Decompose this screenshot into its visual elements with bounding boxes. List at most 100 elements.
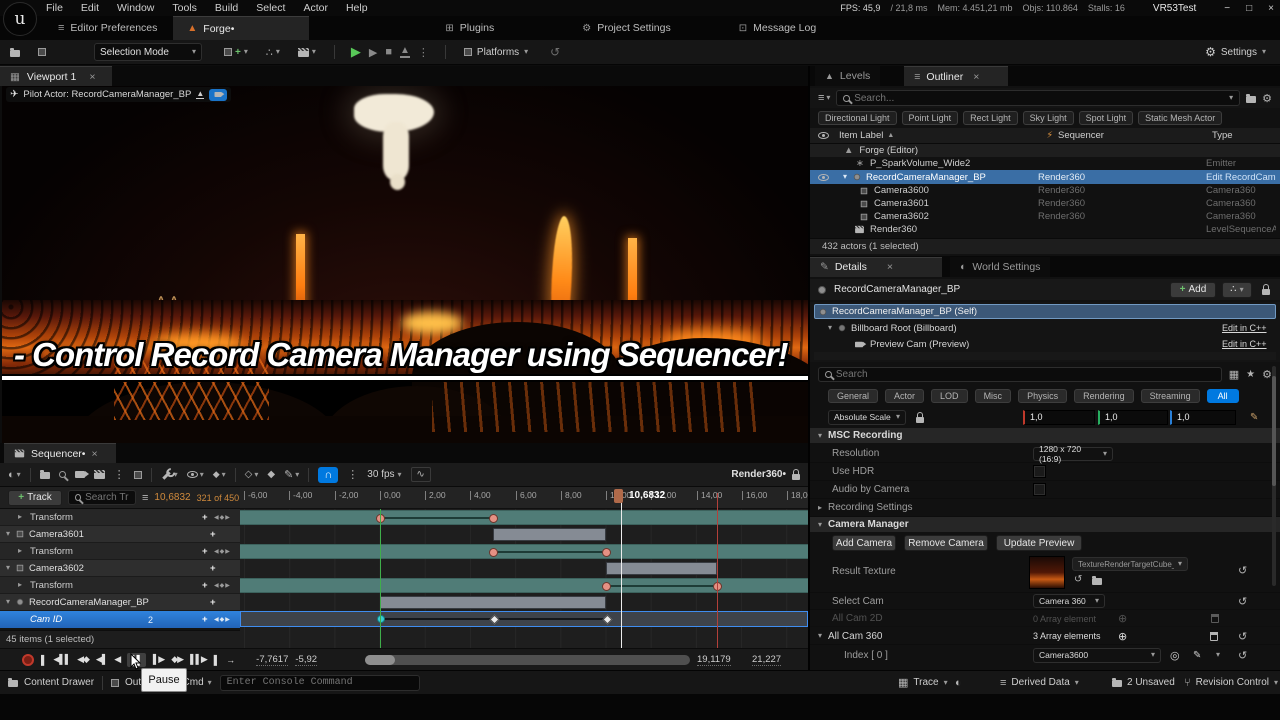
section-bar[interactable] (380, 596, 606, 609)
outliner-row-forge[interactable]: ▲ Forge (Editor) (810, 144, 1280, 157)
col-item-label[interactable]: Item Label (839, 130, 883, 141)
unreal-logo[interactable]: u (3, 2, 37, 36)
keyframe[interactable] (489, 514, 498, 523)
reset-icon[interactable]: ↺ (1238, 649, 1247, 662)
scale-x-field[interactable]: 1,0 (1023, 410, 1095, 425)
keyframe[interactable] (602, 548, 611, 557)
skip-button[interactable]: ▶ (369, 46, 377, 59)
menu-actor[interactable]: Actor (303, 2, 328, 14)
menu-build[interactable]: Build (215, 2, 238, 14)
col-sequencer[interactable]: Sequencer (1058, 130, 1104, 141)
track-row-transform-1[interactable]: ▸ Transform + ◀◆▶ (0, 509, 240, 526)
menu-edit[interactable]: Edit (81, 2, 99, 14)
component-preview-cam[interactable]: Preview Cam (Preview) Edit in C++ (814, 336, 1276, 352)
scale-z-field[interactable]: 1,0 (1170, 410, 1236, 425)
playback-options-button[interactable]: ◆▾ (213, 469, 226, 480)
menu-file[interactable]: File (46, 2, 63, 14)
add-track-button[interactable]: + (210, 597, 216, 608)
prev-key-button[interactable]: ◀◆ (77, 654, 89, 665)
row-recording-settings[interactable]: ▸ Recording Settings (810, 499, 1280, 517)
track-search-input[interactable] (85, 492, 129, 503)
save-sequence-icon[interactable] (40, 472, 50, 479)
sequence-name[interactable]: Render360• (731, 469, 786, 480)
menu-tools[interactable]: Tools (172, 2, 197, 14)
add-camera-button[interactable]: Add Camera (832, 535, 896, 551)
tab-sequencer[interactable]: Sequencer• × (4, 443, 116, 463)
trash-icon[interactable] (1210, 632, 1218, 641)
pick-actor-icon[interactable]: ◎ (1170, 649, 1180, 662)
stop-button[interactable]: ■ (385, 46, 392, 58)
viewport-scene[interactable]: ✈ Pilot Actor: RecordCameraManager_BP ▲ … (2, 86, 808, 443)
track-row-camera3602[interactable]: ▾ Camera3602 + (0, 560, 240, 577)
eject-button[interactable]: ▲ (400, 46, 410, 58)
chip-rect-light[interactable]: Rect Light (963, 111, 1018, 125)
playhead-marker[interactable] (614, 489, 623, 503)
track-filter-icon[interactable]: ≡ (142, 492, 148, 504)
twisty-icon[interactable]: ▾ (843, 173, 847, 181)
range-start-value[interactable]: -7,7617 (256, 654, 288, 666)
range-end-value[interactable]: 21,227 (752, 654, 781, 666)
tab-outliner[interactable]: ≡ Outliner × (904, 66, 1008, 86)
details-search[interactable] (818, 367, 1222, 382)
blueprints-button[interactable]: ∴ ▾ (266, 46, 280, 59)
timeline-transform-2[interactable] (240, 544, 808, 559)
component-billboard-root[interactable]: ▾ Billboard Root (Billboard) Edit in C++ (814, 320, 1276, 336)
platforms-dropdown[interactable]: Platforms ▾ (464, 47, 528, 58)
pilot-camera-toggle[interactable] (209, 89, 227, 101)
add-track-button[interactable]: + Track (8, 490, 62, 506)
track-row-camera3601[interactable]: ▾ Camera3601 + (0, 526, 240, 543)
tab-streaming[interactable]: Streaming (1141, 389, 1200, 403)
render-movie-icon[interactable] (94, 470, 105, 479)
edit-options-button[interactable]: ✎▾ (284, 468, 299, 481)
section-bar[interactable] (606, 562, 717, 575)
keyframe[interactable] (602, 582, 611, 591)
close-icon[interactable]: × (887, 261, 893, 273)
twisty-icon[interactable]: ▾ (6, 530, 10, 538)
tab-lod[interactable]: LOD (931, 389, 968, 403)
timeline-transform-1[interactable] (240, 510, 808, 525)
track-row-recordcameramanager[interactable]: ▾ RecordCameraManager_BP + (0, 594, 240, 611)
play-reverse-button[interactable]: ◀ (114, 654, 120, 665)
keyframe[interactable] (490, 615, 500, 625)
record-button[interactable] (22, 654, 34, 666)
console-command-input[interactable] (227, 677, 413, 688)
audio-by-camera-checkbox[interactable] (1033, 483, 1046, 496)
lock-icon[interactable] (1262, 289, 1270, 295)
outliner-row-render360[interactable]: Render360 LevelSequenceA (810, 223, 1280, 236)
tab-world-settings[interactable]: ◐ World Settings (950, 257, 1050, 277)
track-row-cam-id[interactable]: Cam ID 2 + ◀◆▶ (0, 611, 240, 628)
col-type[interactable]: Type (1212, 130, 1233, 141)
cinematics-button[interactable]: ▾ (298, 48, 316, 57)
tab-message-log[interactable]: ⊡ Message Log (727, 16, 828, 40)
keyframe[interactable] (489, 548, 498, 557)
eye-icon[interactable] (818, 132, 829, 139)
edit-blueprint-button[interactable]: ∴ ▾ (1222, 282, 1252, 298)
chip-spot-light[interactable]: Spot Light (1079, 111, 1134, 125)
result-texture-thumbnail[interactable] (1029, 556, 1065, 589)
close-icon[interactable]: × (1268, 3, 1274, 14)
timeline-camera3601[interactable] (240, 526, 808, 543)
twisty-icon[interactable]: ▾ (6, 598, 10, 606)
tab-editor-preferences[interactable]: ≡ Editor Preferences (46, 16, 169, 40)
chip-sky-light[interactable]: Sky Light (1023, 111, 1074, 125)
content-drawer-button[interactable]: Content Drawer (8, 677, 94, 688)
close-icon[interactable]: × (89, 71, 95, 83)
twisty-icon[interactable]: ▸ (18, 547, 22, 555)
reset-icon[interactable]: ↺ (1238, 595, 1247, 608)
brush-icon[interactable]: ✎ (1250, 412, 1258, 423)
outliner-search-input[interactable] (854, 93, 1225, 104)
snap-magnet-button[interactable]: ∩ (318, 467, 338, 483)
insights-icon[interactable]: ◐ (955, 677, 962, 689)
add-key-button[interactable]: + (202, 614, 208, 625)
timeline-transform-3[interactable] (240, 578, 808, 593)
current-time-value[interactable]: 10,6832 (154, 492, 190, 503)
menu-select[interactable]: Select (256, 2, 285, 14)
add-element-icon[interactable]: ⊕ (1118, 612, 1127, 625)
key-options-button[interactable]: ◇▾ (245, 469, 259, 480)
details-scrollbar[interactable] (1272, 366, 1276, 586)
tab-all[interactable]: All (1207, 389, 1239, 403)
auto-key-icon[interactable]: ◆ (267, 469, 275, 480)
scale-y-field[interactable]: 1,0 (1098, 410, 1168, 425)
result-texture-dropdown[interactable]: TextureRenderTargetCube_0 ▾ (1072, 557, 1188, 571)
section-bar[interactable] (493, 528, 606, 541)
